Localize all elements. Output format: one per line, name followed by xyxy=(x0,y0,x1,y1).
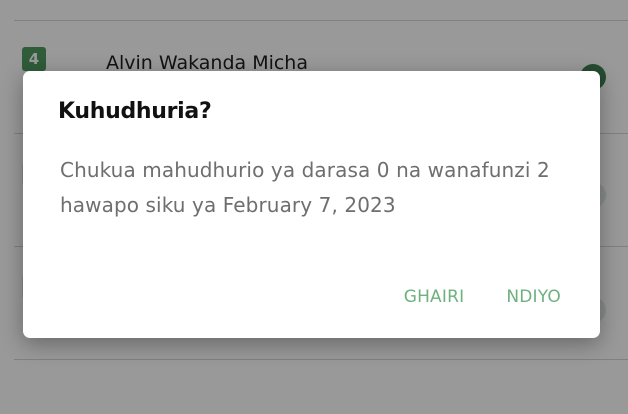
dialog-actions: GHAIRI NDIYO xyxy=(404,287,561,307)
dialog-message: Chukua mahudhurio ya darasa 0 na wanafun… xyxy=(60,158,550,217)
attendance-confirm-dialog: Kuhudhuria? Chukua mahudhurio ya darasa … xyxy=(23,71,600,338)
confirm-button[interactable]: NDIYO xyxy=(506,287,561,307)
dialog-title: Kuhudhuria? xyxy=(58,99,212,124)
cancel-button[interactable]: GHAIRI xyxy=(404,287,465,307)
